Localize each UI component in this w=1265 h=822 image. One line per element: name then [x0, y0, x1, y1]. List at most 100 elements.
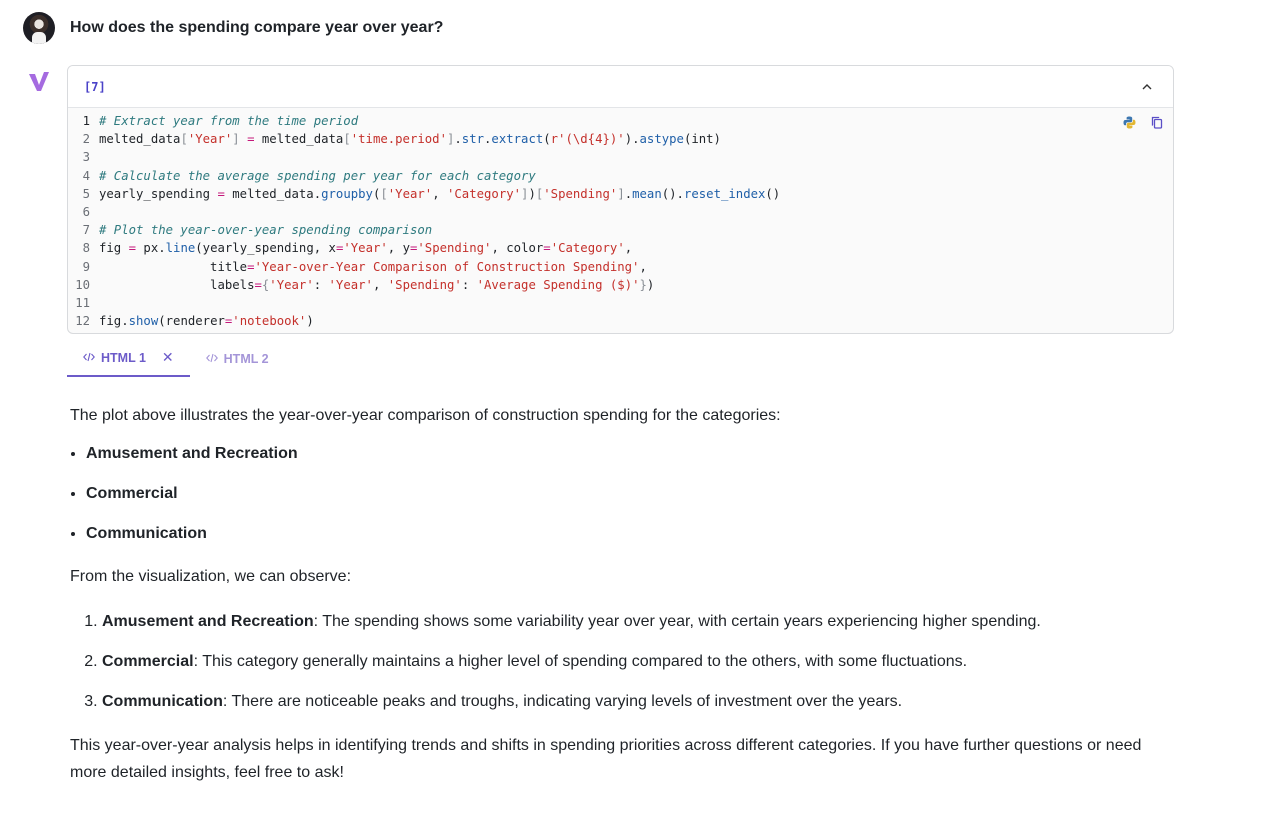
code-token: (int) — [683, 132, 721, 147]
code-line: 12 fig.show(renderer='notebook') — [68, 312, 1173, 330]
code-line: 9 title='Year-over-Year Comparison of Co… — [68, 258, 1173, 276]
code-token: line — [165, 241, 196, 256]
code-token: r'(\d{4})' — [550, 132, 625, 147]
code-token: 'Year' — [187, 132, 233, 147]
code-line: 11 — [68, 294, 1173, 312]
code-token: 'Year' — [328, 277, 373, 292]
v-logo-icon — [29, 72, 49, 91]
code-token: (renderer — [158, 314, 225, 329]
answer-observe: From the visualization, we can observe: — [70, 568, 352, 585]
code-icon — [205, 352, 218, 366]
code-token: melted_data. — [224, 186, 322, 201]
code-token: groupby — [321, 186, 373, 201]
answer-intro: The plot above illustrates the year-over… — [70, 407, 781, 424]
code-line: 6 — [68, 203, 1173, 221]
code-token: 'Spending' — [387, 277, 462, 292]
code-text: melted_data['Year'] = melted_data['time.… — [99, 130, 721, 148]
code-token: ). — [624, 132, 640, 147]
line-number: 12 — [75, 314, 90, 329]
line-number: 8 — [82, 241, 90, 256]
line-number: 3 — [82, 150, 90, 165]
code-token: = — [254, 277, 262, 292]
line-number: 7 — [82, 223, 90, 238]
code-token: 'Spending' — [417, 241, 492, 256]
code-token: yearly_spending — [99, 186, 218, 201]
code-text: # Plot the year-over-year spending compa… — [99, 221, 432, 239]
code-token: [ — [180, 132, 188, 147]
avatar — [23, 12, 55, 44]
code-token: (yearly_spending, x — [195, 241, 336, 256]
code-token: ] — [617, 186, 625, 201]
tab-label: HTML 2 — [223, 351, 269, 366]
code-cell-header: [7] — [68, 66, 1173, 108]
code-token: , — [624, 241, 633, 256]
code-token: ] — [232, 132, 240, 147]
code-line: 7 # Plot the year-over-year spending comp… — [68, 221, 1173, 239]
tab-html-1[interactable]: HTML 1 ✕ — [67, 340, 190, 377]
code-token: . — [624, 186, 633, 201]
code-text: # Extract year from the time period — [99, 112, 358, 130]
list-item: Amusement and Recreation: The spending s… — [102, 612, 1180, 632]
code-token: fig — [99, 241, 129, 256]
observation-text: : There are noticeable peaks and troughs… — [222, 693, 903, 710]
line-number: 11 — [75, 295, 90, 310]
code-token: fig. — [99, 314, 129, 329]
code-token: ) — [528, 186, 536, 201]
code-line: 10 labels={'Year': 'Year', 'Spending': '… — [68, 276, 1173, 294]
user-question: How does the spending compare year over … — [70, 19, 444, 36]
code-token: 'Spending' — [543, 186, 618, 201]
code-text: fig.show(renderer='notebook') — [99, 312, 314, 330]
code-token: ) — [646, 277, 655, 292]
tab-label: HTML 1 — [101, 350, 146, 365]
chevron-up-icon[interactable] — [1137, 77, 1157, 97]
code-token: mean — [632, 186, 662, 201]
code-token: , color — [491, 241, 544, 256]
code-line: 3 — [68, 148, 1173, 166]
code-line: 4 # Calculate the average spending per ye… — [68, 167, 1173, 185]
code-token: () — [765, 186, 781, 201]
code-editor[interactable]: 1 # Extract year from the time period 2 mel… — [68, 108, 1173, 330]
code-token: # Plot the year-over-year spending compa… — [99, 223, 433, 238]
line-number: 4 — [82, 168, 90, 183]
code-token: 'time.period' — [350, 132, 447, 147]
code-token: 'Year' — [269, 277, 314, 292]
code-token: , — [372, 277, 388, 292]
close-icon[interactable]: ✕ — [162, 349, 174, 366]
assistant-answer: The plot above illustrates the year-over… — [70, 402, 1180, 786]
code-token: ) — [306, 314, 314, 329]
code-token: [ — [380, 186, 388, 201]
code-token: extract — [491, 132, 544, 147]
code-token: px. — [136, 241, 166, 256]
line-number: 5 — [82, 186, 90, 201]
answer-closing: This year-over-year analysis helps in id… — [70, 737, 1142, 781]
code-tools — [1121, 114, 1165, 130]
line-number: 2 — [82, 132, 90, 147]
code-token: 'Average Spending ($)' — [476, 277, 640, 292]
code-token: (). — [661, 186, 684, 201]
code-token: reset_index — [683, 186, 766, 201]
code-token: : — [313, 277, 329, 292]
code-token: , — [639, 259, 647, 274]
python-icon[interactable] — [1121, 114, 1137, 130]
code-line: 2 melted_data['Year'] = melted_data['time… — [68, 130, 1173, 148]
code-token: str — [461, 132, 485, 147]
code-token: = — [128, 241, 137, 256]
tab-html-2[interactable]: HTML 2 — [190, 340, 285, 377]
code-line: 8 fig = px.line(yearly_spending, x = 'Year'… — [68, 239, 1173, 257]
code-text: fig = px.line(yearly_spending, x = 'Year',… — [99, 239, 632, 257]
observation-text: : The spending shows some variability ye… — [313, 613, 1041, 630]
code-token: 'Year' — [387, 186, 433, 201]
code-text: # Calculate the average spending per yea… — [99, 167, 536, 185]
line-number: 10 — [75, 277, 90, 292]
code-line: 1 # Extract year from the time period — [68, 112, 1173, 130]
code-token: = — [543, 241, 551, 256]
code-token: melted_data — [99, 132, 181, 147]
code-text: title='Year-over-Year Comparison of Cons… — [99, 258, 647, 276]
list-item: Commercial: This category generally main… — [102, 652, 1180, 672]
copy-icon[interactable] — [1149, 114, 1165, 130]
user-message: How does the spending compare year over … — [23, 12, 443, 44]
line-number: 1 — [82, 114, 90, 128]
list-item: Communication — [86, 524, 1180, 544]
code-token: , y — [387, 241, 410, 256]
